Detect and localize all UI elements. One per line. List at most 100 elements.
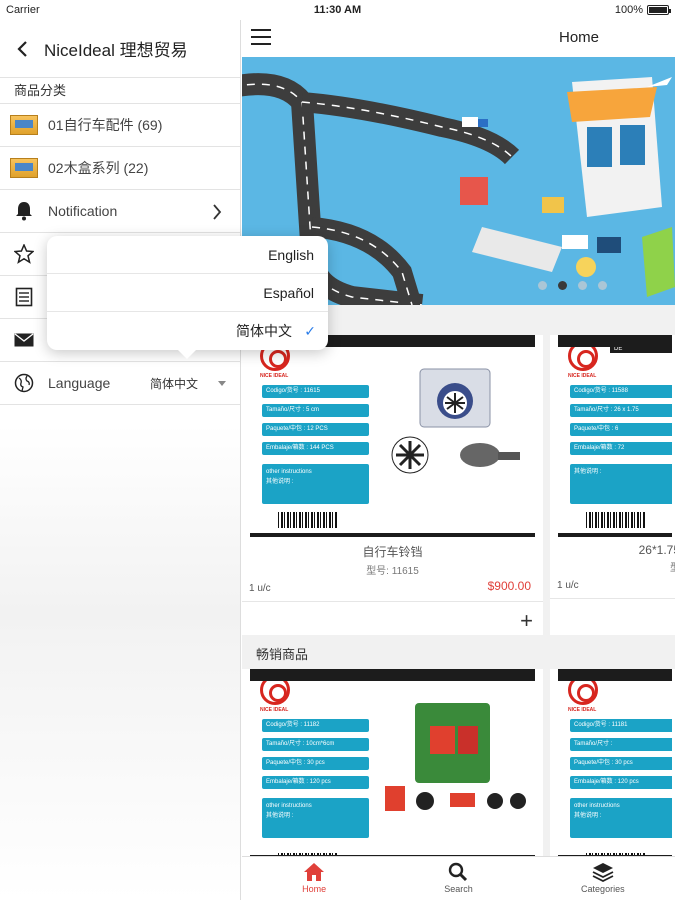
product-carousel: 品名 : CAMPANAS DE BICICLETA / 自行车铃铛 NICE … — [242, 335, 675, 635]
brand-logo-text: NICE IDEAL — [260, 707, 289, 713]
mail-icon — [10, 333, 38, 347]
spec-box-qty: Embalaje/箱数 : 120 pcs — [262, 776, 369, 789]
product-image: 品名 : CAMPANAS DE BICICLETA / 自行车铃铛 NICE … — [250, 335, 535, 537]
bicycle-bell-photo — [380, 367, 530, 477]
category-section-label: 商品分类 — [0, 78, 240, 104]
brand-logo-text: NICE IDEAL — [568, 373, 597, 379]
side-menu: NiceIdeal 理想贸易 商品分类 01自行车配件 (69) 02木盒系列 … — [0, 20, 241, 900]
product-model: 型 — [550, 559, 675, 574]
language-option-english[interactable]: English — [47, 236, 328, 274]
product-model: 型号: 11615 — [366, 566, 419, 577]
brand-logo — [568, 347, 598, 371]
barcode — [586, 512, 646, 528]
chevron-left-icon — [17, 40, 27, 57]
tab-home[interactable]: Home — [242, 857, 386, 900]
language-option-spanish[interactable]: Español — [47, 274, 328, 312]
list-icon — [10, 287, 38, 307]
spec-other-line: other instructions — [266, 469, 312, 475]
spec-code: Codigo/货号 : 11182 — [262, 719, 369, 732]
battery-percent: 100% — [614, 4, 643, 16]
tab-label: Search — [444, 884, 473, 894]
product-price: $900.00 — [487, 579, 531, 593]
main-content: Home 品名: CAMPANAS DE BICICLETA / 自行车铃铛 … — [242, 20, 675, 900]
best-sellers-title: 畅销商品 — [242, 635, 675, 669]
product-name: 自行车铃铛 — [362, 545, 423, 559]
product-unit: 1 u/c — [249, 583, 271, 594]
star-icon — [10, 244, 38, 264]
brand-logo-text: NICE IDEAL — [260, 373, 289, 379]
layers-icon — [592, 863, 614, 882]
top-bar: Home — [242, 20, 675, 57]
page-title: Home — [559, 29, 600, 46]
add-to-cart-area — [550, 598, 675, 632]
language-selector[interactable]: Language 简体中文 — [0, 362, 240, 405]
language-label: Language — [48, 375, 111, 391]
language-value: 简体中文 — [150, 376, 199, 391]
spec-code: Codigo/货号 : 11615 — [262, 385, 369, 398]
product-card[interactable]: 品名 : LÁMPARA DE CABEZA / 头灯 NICE IDEAL C… — [242, 669, 543, 859]
product-meta: 1 u/c — [550, 576, 675, 594]
language-popover: English Español 简体中文 ✓ — [47, 236, 328, 359]
spec-box-qty: Embalaje/箱数 : 72 — [570, 442, 672, 455]
tab-categories[interactable]: Categories — [531, 857, 675, 900]
category-item-bicycle[interactable]: 01自行车配件 (69) — [0, 104, 240, 147]
product-card[interactable]: 品名 : lámpara de NICE IDEAL Codigo/货号 : 1… — [550, 669, 675, 859]
category-item-woodbox[interactable]: 02木盒系列 (22) — [0, 147, 240, 190]
spec-other-line: 其他说明 : — [574, 469, 602, 475]
best-sellers-carousel: 品名 : LÁMPARA DE CABEZA / 头灯 NICE IDEAL C… — [242, 669, 675, 859]
spec-other: other instructions 其他说明 : — [262, 464, 369, 504]
spec-other-line: 其他说明 : — [574, 813, 602, 819]
tab-search[interactable]: Search — [386, 857, 530, 900]
language-option-chinese[interactable]: 简体中文 ✓ — [47, 312, 328, 350]
category-label: 01自行车配件 (69) — [48, 117, 163, 133]
brand-logo-text: NICE IDEAL — [568, 707, 597, 713]
product-image: 品名 : CAMARAS DE NICE IDEAL Codigo/货号 : 1… — [558, 335, 672, 537]
carousel-dot[interactable] — [538, 281, 547, 290]
product-card[interactable]: 品名 : CAMPANAS DE BICICLETA / 自行车铃铛 NICE … — [242, 335, 543, 635]
back-button[interactable] — [0, 20, 44, 78]
spec-other: other instructions 其他说明 : — [262, 798, 369, 838]
bell-icon — [10, 201, 38, 221]
product-meta: 1 u/c $900.00 — [242, 579, 543, 597]
brand-logo — [260, 681, 290, 705]
headlamp-photo — [380, 701, 530, 811]
spec-size: Tamaño/尺寸 : — [570, 738, 672, 751]
product-card[interactable]: 品名 : CAMARAS DE NICE IDEAL Codigo/货号 : 1… — [550, 335, 675, 635]
spec-package: Paquete/中包 : 6 — [570, 423, 672, 436]
product-name: 26*1.75 — [638, 543, 675, 557]
category-thumbnail — [10, 158, 38, 178]
carousel-dot-active[interactable] — [558, 281, 567, 290]
carousel-dot[interactable] — [578, 281, 587, 290]
notification-item[interactable]: Notification — [0, 190, 240, 233]
product-sheet-header: 品名 : CAMARAS DE — [610, 347, 672, 353]
spec-code: Codigo/货号 : 11181 — [570, 719, 672, 732]
spec-other-line: other instructions — [266, 803, 312, 809]
spec-other: 其他说明 : — [570, 464, 672, 504]
carousel-indicator — [538, 281, 607, 290]
caret-down-icon — [218, 381, 226, 386]
category-thumbnail — [10, 115, 38, 135]
home-icon — [304, 863, 325, 881]
chevron-right-icon — [213, 204, 222, 220]
spec-other-line: 其他说明 : — [266, 479, 294, 485]
status-bar: Carrier 11:30 AM 100% — [0, 0, 675, 20]
barcode — [278, 512, 338, 528]
spec-box-qty: Embalaje/箱数 : 120 pcs — [570, 776, 672, 789]
notification-label: Notification — [48, 203, 118, 219]
tab-label: Categories — [581, 884, 625, 894]
store-title: NiceIdeal 理想贸易 — [44, 41, 188, 60]
hamburger-menu-icon[interactable] — [251, 29, 271, 45]
add-to-cart-button[interactable]: + — [520, 608, 533, 634]
battery-status: 100% — [614, 4, 671, 16]
add-to-cart-area: + — [242, 601, 543, 635]
carousel-dot[interactable] — [598, 281, 607, 290]
spec-package: Paquete/中包 : 12 PCS — [262, 423, 369, 436]
product-sheet-header: 品名 : lámpara de — [610, 670, 665, 681]
spec-other: other instructions 其他说明 : — [570, 798, 672, 838]
spec-package: Paquete/中包 : 30 pcs — [262, 757, 369, 770]
search-icon — [449, 862, 468, 882]
product-sheet-header: 品名 : LÁMPARA DE CABEZA / 头灯 — [296, 670, 401, 681]
bottom-tab-bar: Home Search Categories — [242, 856, 675, 900]
spec-other-line: 其他说明 : — [266, 813, 294, 819]
battery-icon — [647, 5, 671, 15]
